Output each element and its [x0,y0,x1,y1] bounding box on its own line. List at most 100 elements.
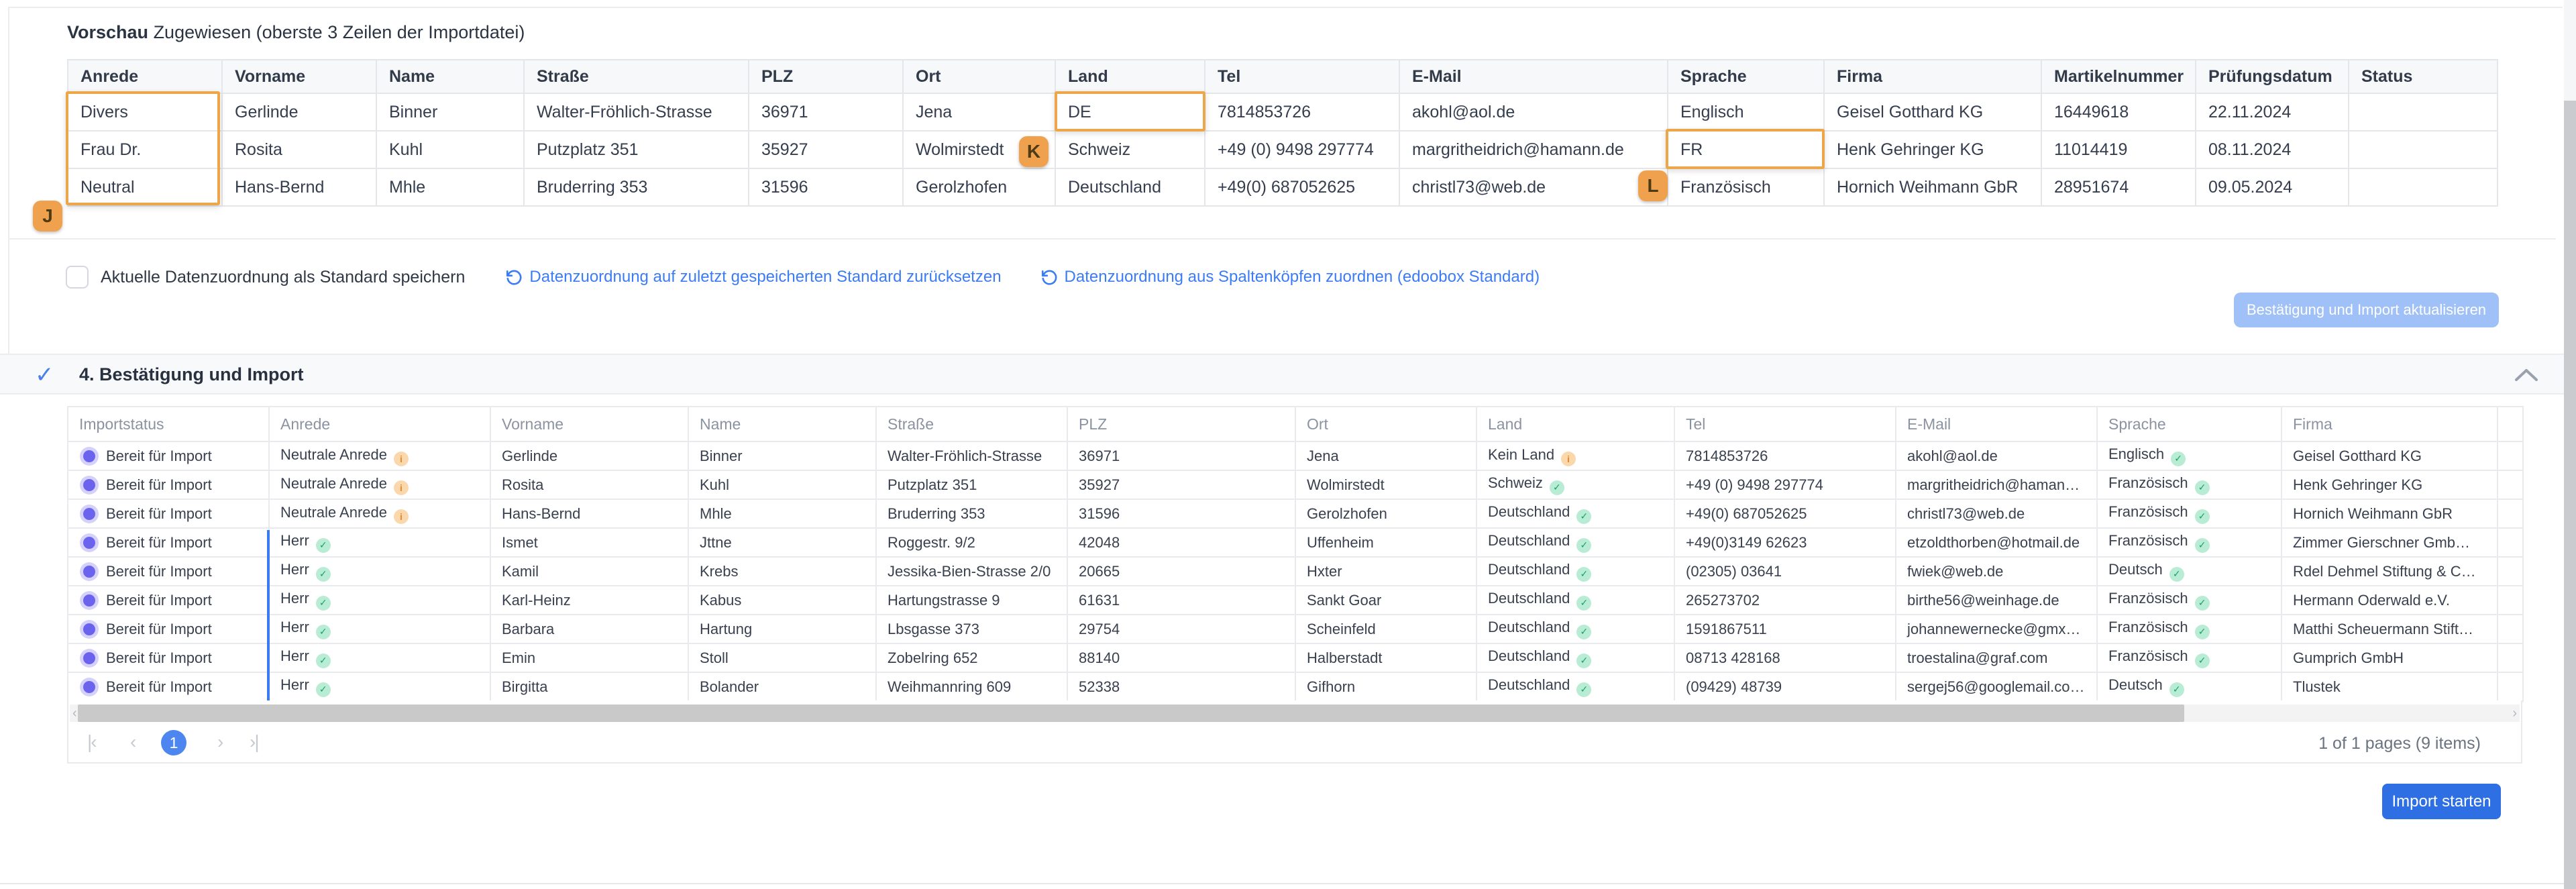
confirmation-table-cell[interactable]: 08713 428168 [1674,643,1896,672]
confirmation-table-cell[interactable]: Roggestr. 9/2 [876,528,1067,557]
confirmation-table-cell[interactable]: fwiek@web.de [1896,557,2097,586]
confirmation-table-cell[interactable]: Deutsch✓ [2097,557,2282,586]
confirmation-table-cell[interactable]: Neutrale Anredei [269,470,490,499]
preview-table-cell[interactable]: 31596 [749,168,903,206]
confirmation-table-cell[interactable]: 1591867511 [1674,615,1896,643]
confirmation-table-cell[interactable]: Rdel Dehmel Stiftung & C… [2282,557,2498,586]
preview-table-cell[interactable]: akohl@aol.de [1399,93,1668,131]
confirmation-table-cell[interactable]: Mhle [688,499,876,528]
confirmation-table-cell[interactable]: Kabus [688,586,876,615]
confirmation-table-cell[interactable]: Gerlinde [490,441,688,470]
confirmation-table-cell[interactable]: Henk Gehringer KG [2282,470,2498,499]
confirmation-table-cell[interactable]: 35927 [1067,470,1295,499]
confirmation-table-cell[interactable]: Gerolzhofen [1295,499,1477,528]
preview-table-cell[interactable]: Hornich Weihmann GbR [1824,168,2041,206]
confirmation-table-cell[interactable]: Sankt Goar [1295,586,1477,615]
hint-badge-l[interactable]: L [1638,170,1668,201]
confirmation-table-cell[interactable]: Hartung [688,615,876,643]
confirmation-table-cell[interactable]: +49(0) 687052625 [1674,499,1896,528]
preview-table-cell[interactable]: Gerlinde [222,93,376,131]
confirmation-table-cell[interactable]: Putzplatz 351 [876,470,1067,499]
confirmation-table-cell[interactable]: Herr✓ [269,557,490,586]
confirmation-table-cell[interactable]: Französisch✓ [2097,499,2282,528]
preview-table-cell[interactable]: Deutschland [1055,168,1205,206]
confirmation-table-cell[interactable] [2498,643,2523,672]
confirmation-table-cell[interactable]: Herr✓ [269,643,490,672]
confirmation-table-cell[interactable]: Hermann Oderwald e.V. [2282,586,2498,615]
confirmation-table-cell[interactable]: Kein Landi [1477,441,1674,470]
confirmation-table-cell[interactable]: Hans-Bernd [490,499,688,528]
confirmation-table-cell[interactable]: Binner [688,441,876,470]
pager-prev-button[interactable]: ‹ [130,731,135,753]
confirmation-table-cell[interactable]: Deutschland✓ [1477,643,1674,672]
confirmation-table-cell[interactable]: Tlustek [2282,672,2498,701]
preview-table-cell[interactable] [2349,93,2498,131]
confirmation-table-cell[interactable]: Englisch✓ [2097,441,2282,470]
confirmation-table-cell[interactable]: Zobelring 652 [876,643,1067,672]
confirmation-table-cell[interactable] [2498,441,2523,470]
confirmation-table-cell[interactable]: Französisch✓ [2097,643,2282,672]
confirmation-table-cell[interactable]: Kamil [490,557,688,586]
preview-table-cell[interactable]: Englisch [1668,93,1824,131]
confirmation-table-cell[interactable]: Deutsch✓ [2097,672,2282,701]
confirmation-table-cell[interactable]: Deutschland✓ [1477,615,1674,643]
hint-badge-k[interactable]: K [1019,136,1049,167]
confirmation-table-cell[interactable] [2498,499,2523,528]
confirmation-table-cell[interactable]: troestalina@graf.com [1896,643,2097,672]
confirmation-table-cell[interactable]: Bruderring 353 [876,499,1067,528]
preview-table-cell[interactable]: DE [1055,93,1205,131]
confirmation-table-cell[interactable]: Bereit für Import [68,615,269,643]
confirmation-table-cell[interactable]: Französisch✓ [2097,586,2282,615]
confirmation-table-cell[interactable]: Stoll [688,643,876,672]
confirmation-table-cell[interactable]: 29754 [1067,615,1295,643]
pager-next-button[interactable]: › [217,731,222,753]
confirmation-table-cell[interactable] [2498,528,2523,557]
confirmation-table-cell[interactable]: Bereit für Import [68,470,269,499]
confirmation-section-header[interactable] [0,354,2564,395]
confirmation-table-cell[interactable]: Französisch✓ [2097,528,2282,557]
reset-mapping-link[interactable]: Datenzuordnung auf zuletzt gespeicherten… [505,268,1001,286]
confirmation-table-cell[interactable]: Herr✓ [269,615,490,643]
preview-table-cell[interactable]: Frau Dr. [68,131,222,168]
confirmation-table-cell[interactable]: Hxter [1295,557,1477,586]
preview-table-cell[interactable]: christl73@web.de [1399,168,1668,206]
preview-table-cell[interactable]: +49 (0) 9498 297774 [1205,131,1399,168]
preview-table-cell[interactable]: Walter-Fröhlich-Strasse [524,93,749,131]
confirmation-table-cell[interactable]: Karl-Heinz [490,586,688,615]
preview-table-cell[interactable]: FR [1668,131,1824,168]
pager-last-button[interactable]: ›| [250,731,258,753]
confirmation-table-cell[interactable]: Französisch✓ [2097,470,2282,499]
confirmation-table-cell[interactable]: Hornich Weihmann GbR [2282,499,2498,528]
confirmation-table-cell[interactable]: Rosita [490,470,688,499]
confirmation-table-cell[interactable]: akohl@aol.de [1896,441,2097,470]
confirmation-table-cell[interactable] [2498,615,2523,643]
confirmation-table-cell[interactable] [2498,557,2523,586]
preview-table-cell[interactable]: Bruderring 353 [524,168,749,206]
confirmation-table-cell[interactable]: Deutschland✓ [1477,586,1674,615]
confirmation-table-cell[interactable]: Französisch✓ [2097,615,2282,643]
preview-table-cell[interactable]: 36971 [749,93,903,131]
preview-table-cell[interactable]: Französisch [1668,168,1824,206]
confirmation-table-cell[interactable]: Zimmer Gierschner Gmb… [2282,528,2498,557]
confirmation-table-cell[interactable]: 52338 [1067,672,1295,701]
confirmation-table-cell[interactable]: Bereit für Import [68,672,269,701]
confirmation-table-cell[interactable]: Emin [490,643,688,672]
confirmation-table-cell[interactable]: etzoldthorben@hotmail.de [1896,528,2097,557]
confirmation-table-cell[interactable]: Bolander [688,672,876,701]
confirmation-table-cell[interactable]: Kuhl [688,470,876,499]
confirmation-table-cell[interactable]: (02305) 03641 [1674,557,1896,586]
preview-table-cell[interactable]: Divers [68,93,222,131]
confirmation-table-cell[interactable]: 42048 [1067,528,1295,557]
confirmation-table-cell[interactable]: Matthi Scheuermann Stift… [2282,615,2498,643]
confirmation-table-cell[interactable] [2498,586,2523,615]
preview-table-cell[interactable] [2349,168,2498,206]
confirmation-table-cell[interactable]: Jessika-Bien-Strasse 2/0 [876,557,1067,586]
confirmation-table-cell[interactable]: 36971 [1067,441,1295,470]
preview-table-cell[interactable]: Gerolzhofen [903,168,1055,206]
confirmation-table-cell[interactable]: birthe56@weinhage.de [1896,586,2097,615]
confirmation-table-cell[interactable]: Hartungstrasse 9 [876,586,1067,615]
confirmation-table-cell[interactable]: Gifhorn [1295,672,1477,701]
start-import-button[interactable]: Import starten [2382,784,2501,819]
preview-table-cell[interactable]: 7814853726 [1205,93,1399,131]
confirmation-table-cell[interactable]: Geisel Gotthard KG [2282,441,2498,470]
